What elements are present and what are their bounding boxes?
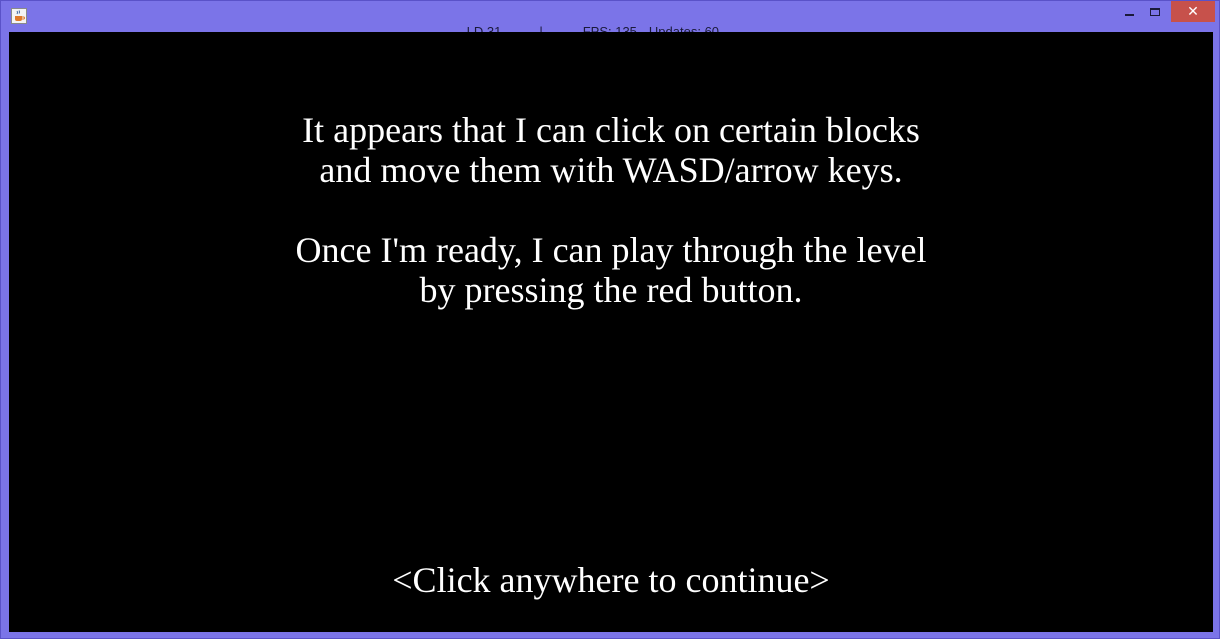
message-paragraph: It appears that I can click on certain b… xyxy=(9,110,1213,190)
maximize-icon xyxy=(1150,8,1160,16)
message-line: Once I'm ready, I can play through the l… xyxy=(295,230,927,270)
close-button[interactable]: ✕ xyxy=(1171,1,1215,22)
tutorial-message: It appears that I can click on certain b… xyxy=(9,110,1213,310)
title-bar[interactable]: LD 31|FPS: 135Updates: 60 ✕ xyxy=(1,1,1220,39)
minimize-button[interactable] xyxy=(1117,1,1141,23)
message-line: and move them with WASD/arrow keys. xyxy=(319,150,903,190)
message-paragraph: Once I'm ready, I can play through the l… xyxy=(9,230,1213,310)
minimize-icon xyxy=(1124,14,1134,16)
close-icon: ✕ xyxy=(1187,3,1199,20)
continue-prompt[interactable]: <Click anywhere to continue> xyxy=(9,560,1213,600)
message-line: It appears that I can click on certain b… xyxy=(302,110,920,150)
game-canvas[interactable]: It appears that I can click on certain b… xyxy=(9,32,1213,632)
maximize-button[interactable] xyxy=(1143,1,1167,23)
message-line: by pressing the red button. xyxy=(419,270,803,310)
app-window: LD 31|FPS: 135Updates: 60 ✕ It appears t… xyxy=(0,0,1220,639)
